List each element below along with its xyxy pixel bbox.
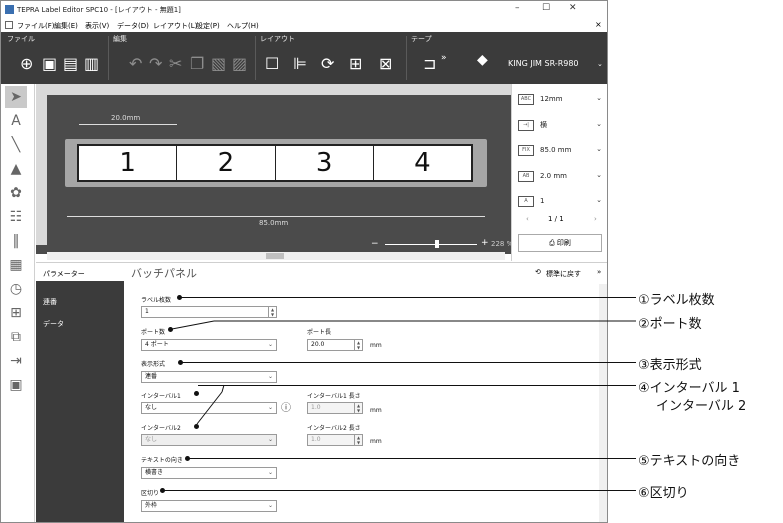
callout-display-format: ③表示形式 — [638, 358, 702, 373]
callout-separator: ⑥区切り — [638, 486, 689, 501]
callout-line-6 — [164, 490, 636, 491]
callout-port-count: ②ポート数 — [638, 317, 702, 332]
callout-label-count: ①ラベル枚数 — [638, 293, 715, 308]
callout-line-5 — [189, 458, 636, 459]
callout-interval-1: ④インターバル 1 — [638, 381, 740, 396]
callout-interval-2: インターバル 2 — [656, 399, 747, 414]
callout-dot-4a — [194, 391, 199, 396]
callout-line-4 — [198, 385, 636, 386]
callout-line-3 — [182, 362, 636, 363]
callout-line-2 — [171, 320, 636, 425]
callout-text-direction: ⑤テキストの向き — [638, 454, 741, 469]
callout-dot-4b — [194, 424, 199, 429]
